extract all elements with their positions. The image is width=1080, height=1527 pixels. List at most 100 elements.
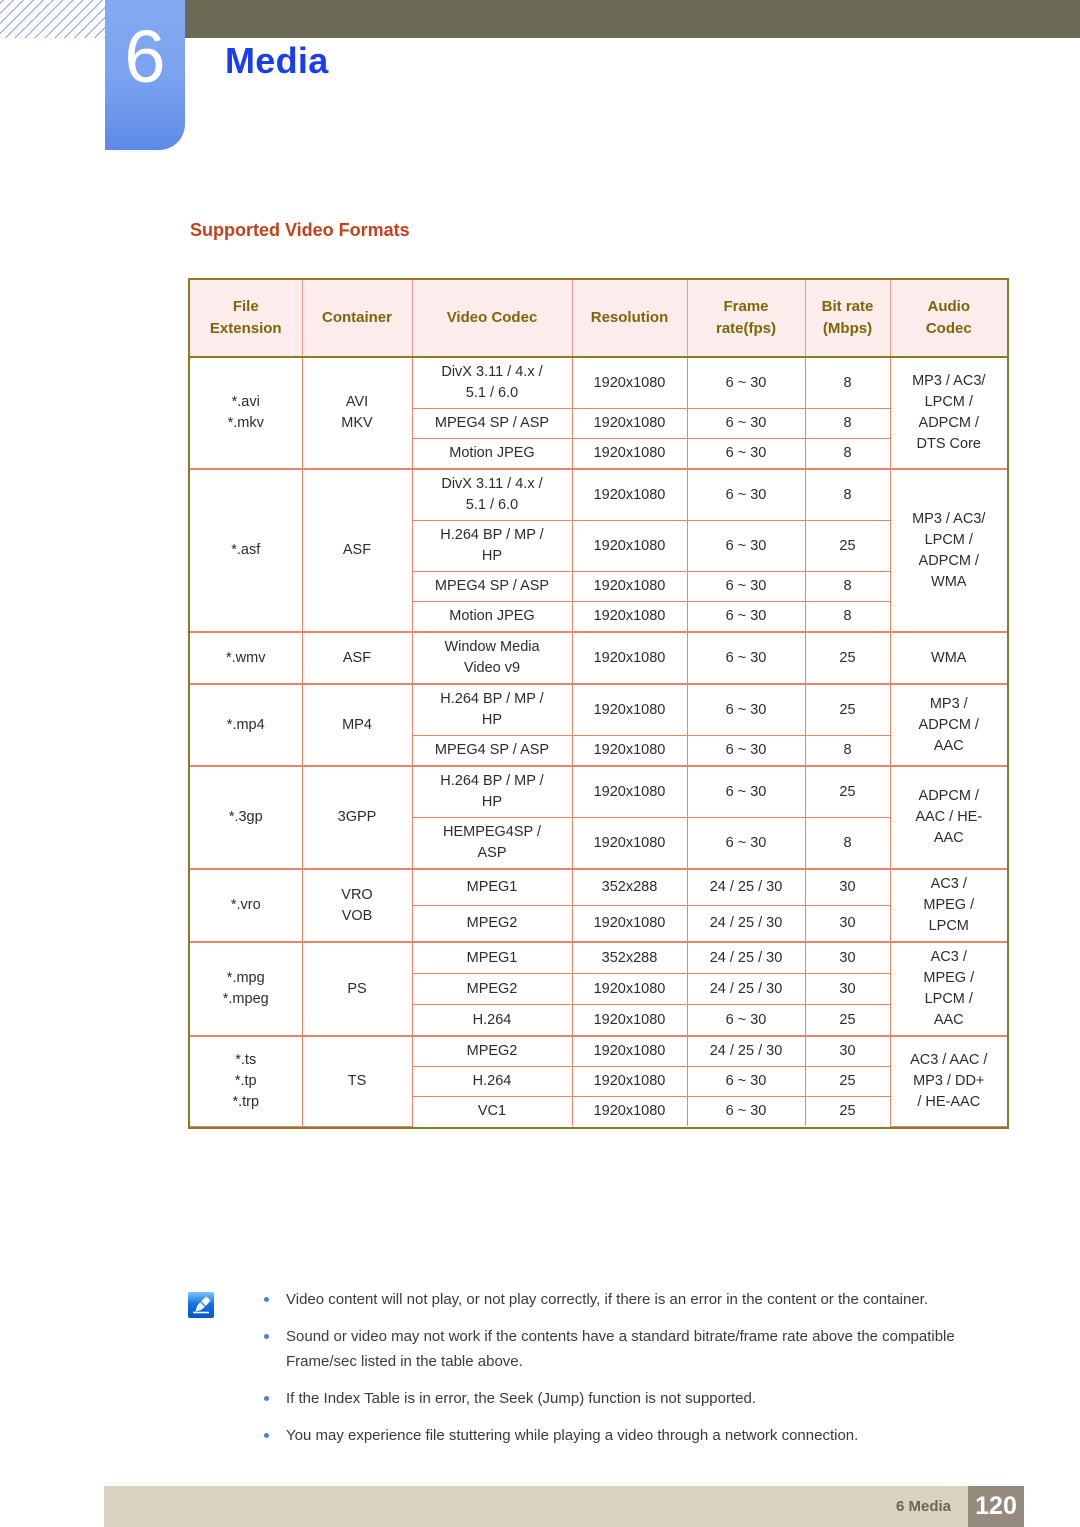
- cell-frame-rate: 6 ~ 30: [686, 408, 806, 440]
- chapter-number-badge: 6: [105, 0, 185, 150]
- cell-bit-rate: 25: [804, 683, 891, 737]
- cell-frame-rate: 6 ~ 30: [686, 631, 806, 685]
- cell-video-codec: Window Media Video v9: [411, 631, 573, 685]
- cell-bit-rate: 25: [804, 631, 891, 685]
- table-body: *.avi *.mkv AVI MKV DivX 3.11 / 4.x /5.1 / 6…: [190, 356, 1007, 1127]
- cell-bit-rate: 8: [804, 438, 890, 470]
- cell-video-codec: MPEG1: [411, 868, 573, 907]
- cell-audio-codec: AC3 /MPEG / LPCM: [889, 868, 1007, 943]
- cell-resolution: 1920x1080: [571, 468, 688, 522]
- cell-resolution: 1920x1080: [571, 765, 688, 819]
- header-hatch-decoration: [0, 0, 105, 38]
- supported-video-formats-table: File Extension Container Video Codec Reso…: [190, 280, 1007, 1127]
- cell-resolution: 1920x1080: [571, 356, 688, 410]
- cell-bit-rate: 8: [804, 356, 891, 410]
- cell-video-codec: H.264 BP / MP / HP: [411, 765, 573, 819]
- cell-container: MP4: [301, 683, 413, 767]
- cell-video-codec: DivX 3.11 / 4.x /5.1 / 6.0: [411, 468, 573, 522]
- table-header: File Extension Container Video Codec Reso…: [190, 280, 1007, 358]
- cell-resolution: 352x288: [571, 868, 688, 907]
- table-row: *.mp4 MP4 H.264 BP / MP / HP 1920x1080 6 ~ 30…: [190, 683, 1007, 767]
- cell-resolution: 1920x1080: [571, 1066, 688, 1098]
- cell-bit-rate: 25: [804, 520, 890, 573]
- cell-video-codec: VC1: [412, 1096, 573, 1127]
- column-header-resolution: Resolution: [571, 280, 688, 358]
- note-pen-icon: [188, 1292, 214, 1318]
- cell-bit-rate: 30: [804, 973, 890, 1006]
- cell-video-codec: MPEG2: [412, 905, 573, 943]
- cell-video-codec: H.264: [412, 1004, 573, 1037]
- cell-resolution: 1920x1080: [571, 1004, 688, 1037]
- column-header-bit-rate: Bit rate (Mbps): [804, 280, 891, 358]
- cell-frame-rate: 6 ~ 30: [686, 735, 806, 767]
- cell-video-codec: HEMPEG4SP / ASP: [412, 817, 573, 870]
- cell-audio-codec: AC3 /MPEG / LPCM / AAC: [889, 941, 1007, 1037]
- cell-file-extension: *.avi *.mkv: [190, 356, 303, 470]
- cell-bit-rate: 30: [804, 1035, 891, 1068]
- cell-bit-rate: 30: [804, 941, 891, 975]
- cell-file-extension: *.ts *.tp *.trp: [190, 1035, 303, 1127]
- cell-audio-codec: WMA: [889, 631, 1007, 685]
- cell-container: ASF: [301, 631, 413, 685]
- cell-container: ASF: [301, 468, 413, 633]
- cell-resolution: 1920x1080: [571, 408, 688, 440]
- cell-container: VRO VOB: [301, 868, 413, 943]
- cell-audio-codec: MP3 /ADPCM / AAC: [889, 683, 1007, 767]
- cell-frame-rate: 24 / 25 / 30: [686, 868, 806, 907]
- cell-bit-rate: 30: [804, 905, 890, 943]
- cell-resolution: 1920x1080: [571, 631, 688, 685]
- cell-bit-rate: 8: [804, 571, 890, 603]
- cell-frame-rate: 6 ~ 30: [686, 1096, 806, 1127]
- cell-resolution: 1920x1080: [571, 683, 688, 737]
- cell-video-codec: MPEG4 SP / ASP: [412, 571, 573, 603]
- cell-container: AVI MKV: [301, 356, 413, 470]
- cell-bit-rate: 25: [804, 1004, 890, 1037]
- footer-page-number: 120: [968, 1486, 1024, 1527]
- table-header-row: File Extension Container Video Codec Reso…: [190, 280, 1007, 358]
- footer-bar: [104, 1486, 1024, 1527]
- cell-file-extension: *.asf: [190, 468, 303, 633]
- cell-video-codec: MPEG2: [411, 1035, 573, 1068]
- table-row: *.3gp 3GPP H.264 BP / MP / HP 1920x1080 6 ~ 3…: [190, 765, 1007, 870]
- cell-bit-rate: 30: [804, 868, 891, 907]
- cell-frame-rate: 6 ~ 30: [686, 356, 806, 410]
- column-header-container: Container: [301, 280, 413, 358]
- cell-file-extension: *.vro: [190, 868, 303, 943]
- cell-file-extension: *.mp4: [190, 683, 303, 767]
- table-row: *.wmv ASF Window Media Video v9 1920x1080 6 ~…: [190, 631, 1007, 685]
- cell-frame-rate: 6 ~ 30: [686, 1066, 806, 1098]
- cell-frame-rate: 6 ~ 30: [686, 765, 806, 819]
- column-header-audio-codec: Audio Codec: [889, 280, 1007, 358]
- cell-video-codec: H.264 BP / MP / HP: [411, 683, 573, 737]
- cell-file-extension: *.wmv: [190, 631, 303, 685]
- table-row: *.ts *.tp *.trp TS MPEG2 1920x1080 24 / 25 / 3…: [190, 1035, 1007, 1127]
- cell-resolution: 1920x1080: [571, 1035, 688, 1068]
- cell-frame-rate: 24 / 25 / 30: [686, 973, 806, 1006]
- cell-frame-rate: 6 ~ 30: [686, 817, 806, 870]
- column-header-file-extension: File Extension: [190, 280, 303, 358]
- cell-resolution: 1920x1080: [571, 520, 688, 573]
- cell-bit-rate: 8: [804, 601, 890, 633]
- cell-bit-rate: 25: [804, 765, 891, 819]
- cell-frame-rate: 6 ~ 30: [686, 571, 806, 603]
- chapter-title: Media: [225, 40, 329, 81]
- cell-video-codec: MPEG4 SP / ASP: [412, 408, 573, 440]
- cell-resolution: 1920x1080: [571, 973, 688, 1006]
- cell-audio-codec: MP3 / AC3/LPCM / ADPCM / WMA: [889, 468, 1007, 633]
- table-row: *.avi *.mkv AVI MKV DivX 3.11 / 4.x /5.1 / 6…: [190, 356, 1007, 470]
- cell-resolution: 1920x1080: [571, 905, 688, 943]
- cell-frame-rate: 6 ~ 30: [686, 468, 806, 522]
- cell-audio-codec: MP3 / AC3/LPCM / ADPCM / DTS Core: [889, 356, 1007, 470]
- table-row: *.vro VRO VOB MPEG1 352x288 24 / 25 / 30 30 AC3…: [190, 868, 1007, 943]
- cell-resolution: 1920x1080: [571, 735, 688, 767]
- cell-resolution: 1920x1080: [571, 601, 688, 633]
- cell-frame-rate: 6 ~ 30: [686, 1004, 806, 1037]
- cell-bit-rate: 8: [804, 468, 891, 522]
- cell-container: 3GPP: [301, 765, 413, 870]
- cell-resolution: 352x288: [571, 941, 688, 975]
- cell-container: TS: [301, 1035, 413, 1127]
- supported-video-formats-table-wrapper: File Extension Container Video Codec Reso…: [188, 278, 1009, 1129]
- cell-frame-rate: 24 / 25 / 30: [686, 905, 806, 943]
- table-row: *.mpg *.mpeg PS MPEG1 352x288 24 / 25 / 30 30 A…: [190, 941, 1007, 1037]
- cell-resolution: 1920x1080: [571, 817, 688, 870]
